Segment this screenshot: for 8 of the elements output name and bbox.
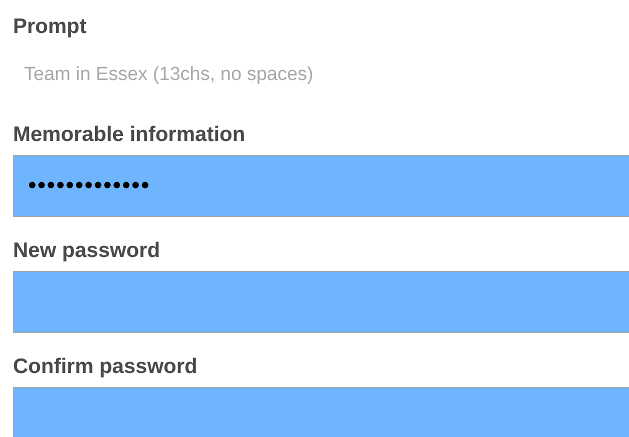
field-label: Memorable information bbox=[13, 123, 246, 147]
password-field[interactable] bbox=[13, 387, 629, 437]
prompt-label: Prompt bbox=[13, 15, 88, 39]
field-label: Confirm password bbox=[13, 355, 198, 379]
password-field[interactable]: ••••••••••••• bbox=[13, 155, 629, 217]
field-label: New password bbox=[13, 239, 162, 263]
prompt-text: Team in Essex (13chs, no spaces) bbox=[24, 63, 314, 87]
password-field[interactable] bbox=[13, 271, 629, 333]
